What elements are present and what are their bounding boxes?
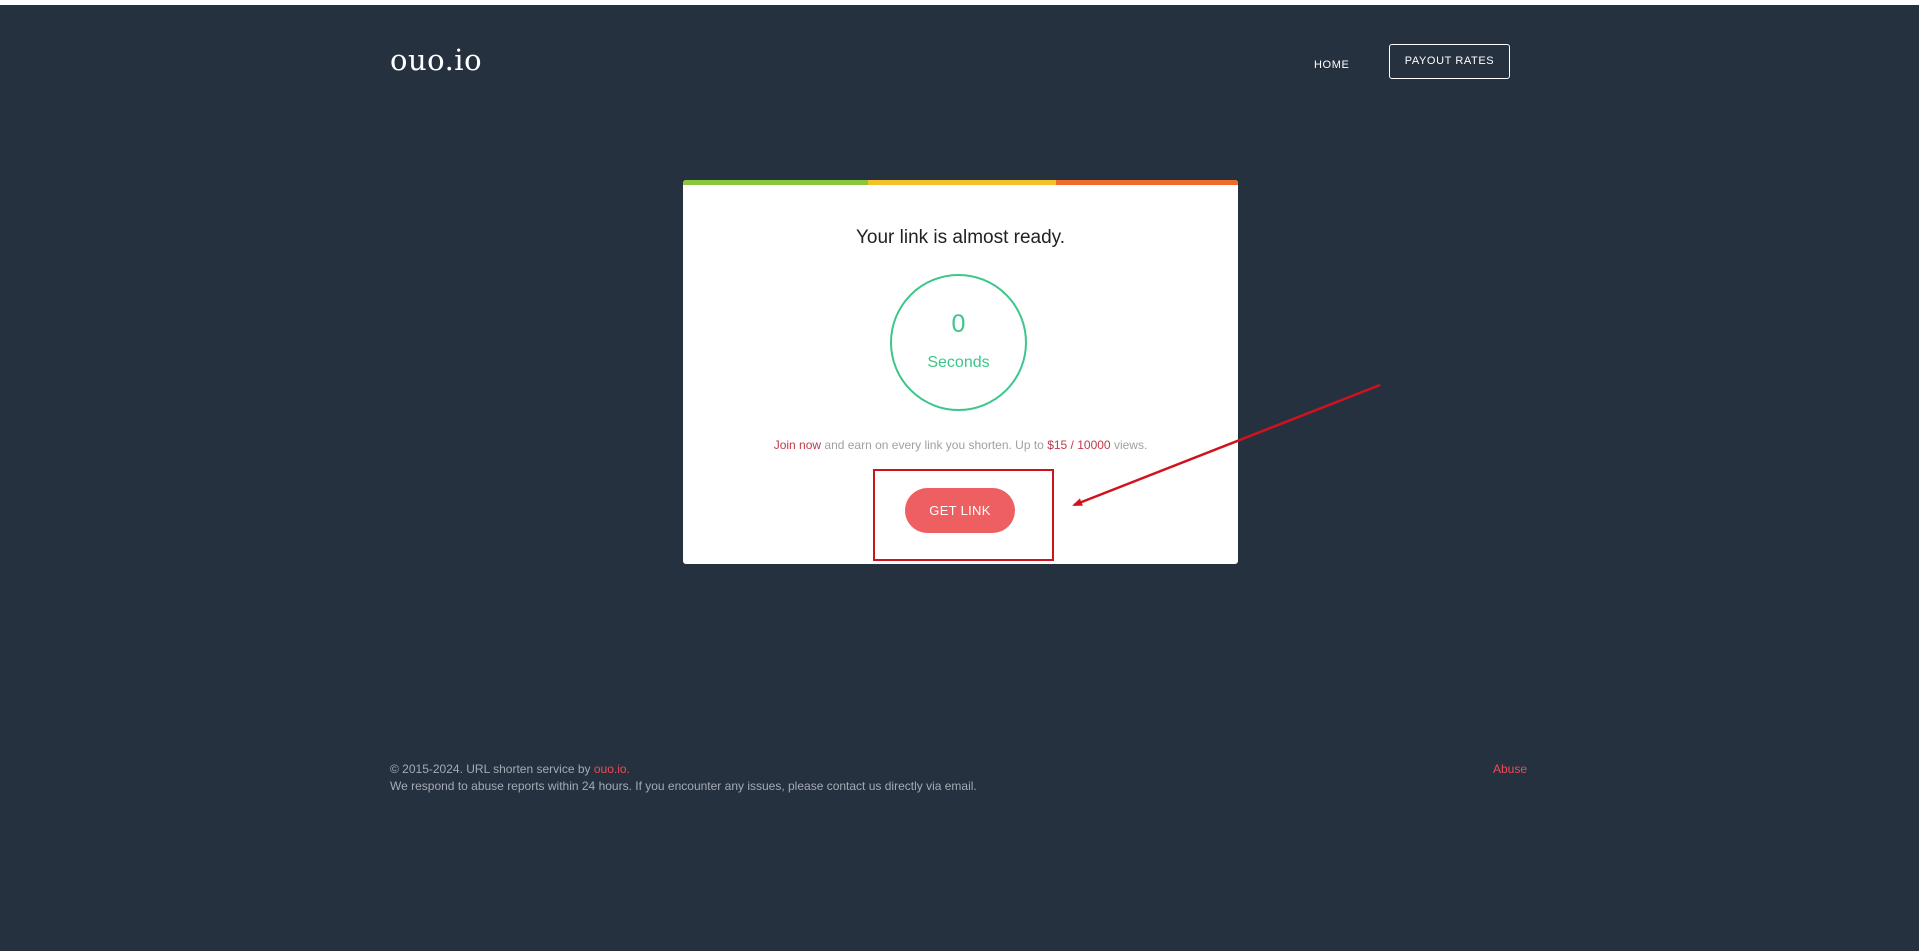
copyright-text: © 2015-2024. URL shorten service by [390,762,594,776]
abuse-link[interactable]: Abuse [1493,762,1527,776]
footer-note: We respond to abuse reports within 24 ho… [390,779,977,793]
footer-copyright: © 2015-2024. URL shorten service by ouo.… [390,762,630,776]
footer-brand-link[interactable]: ouo.io. [594,762,630,776]
annotation-arrow [1072,383,1381,507]
